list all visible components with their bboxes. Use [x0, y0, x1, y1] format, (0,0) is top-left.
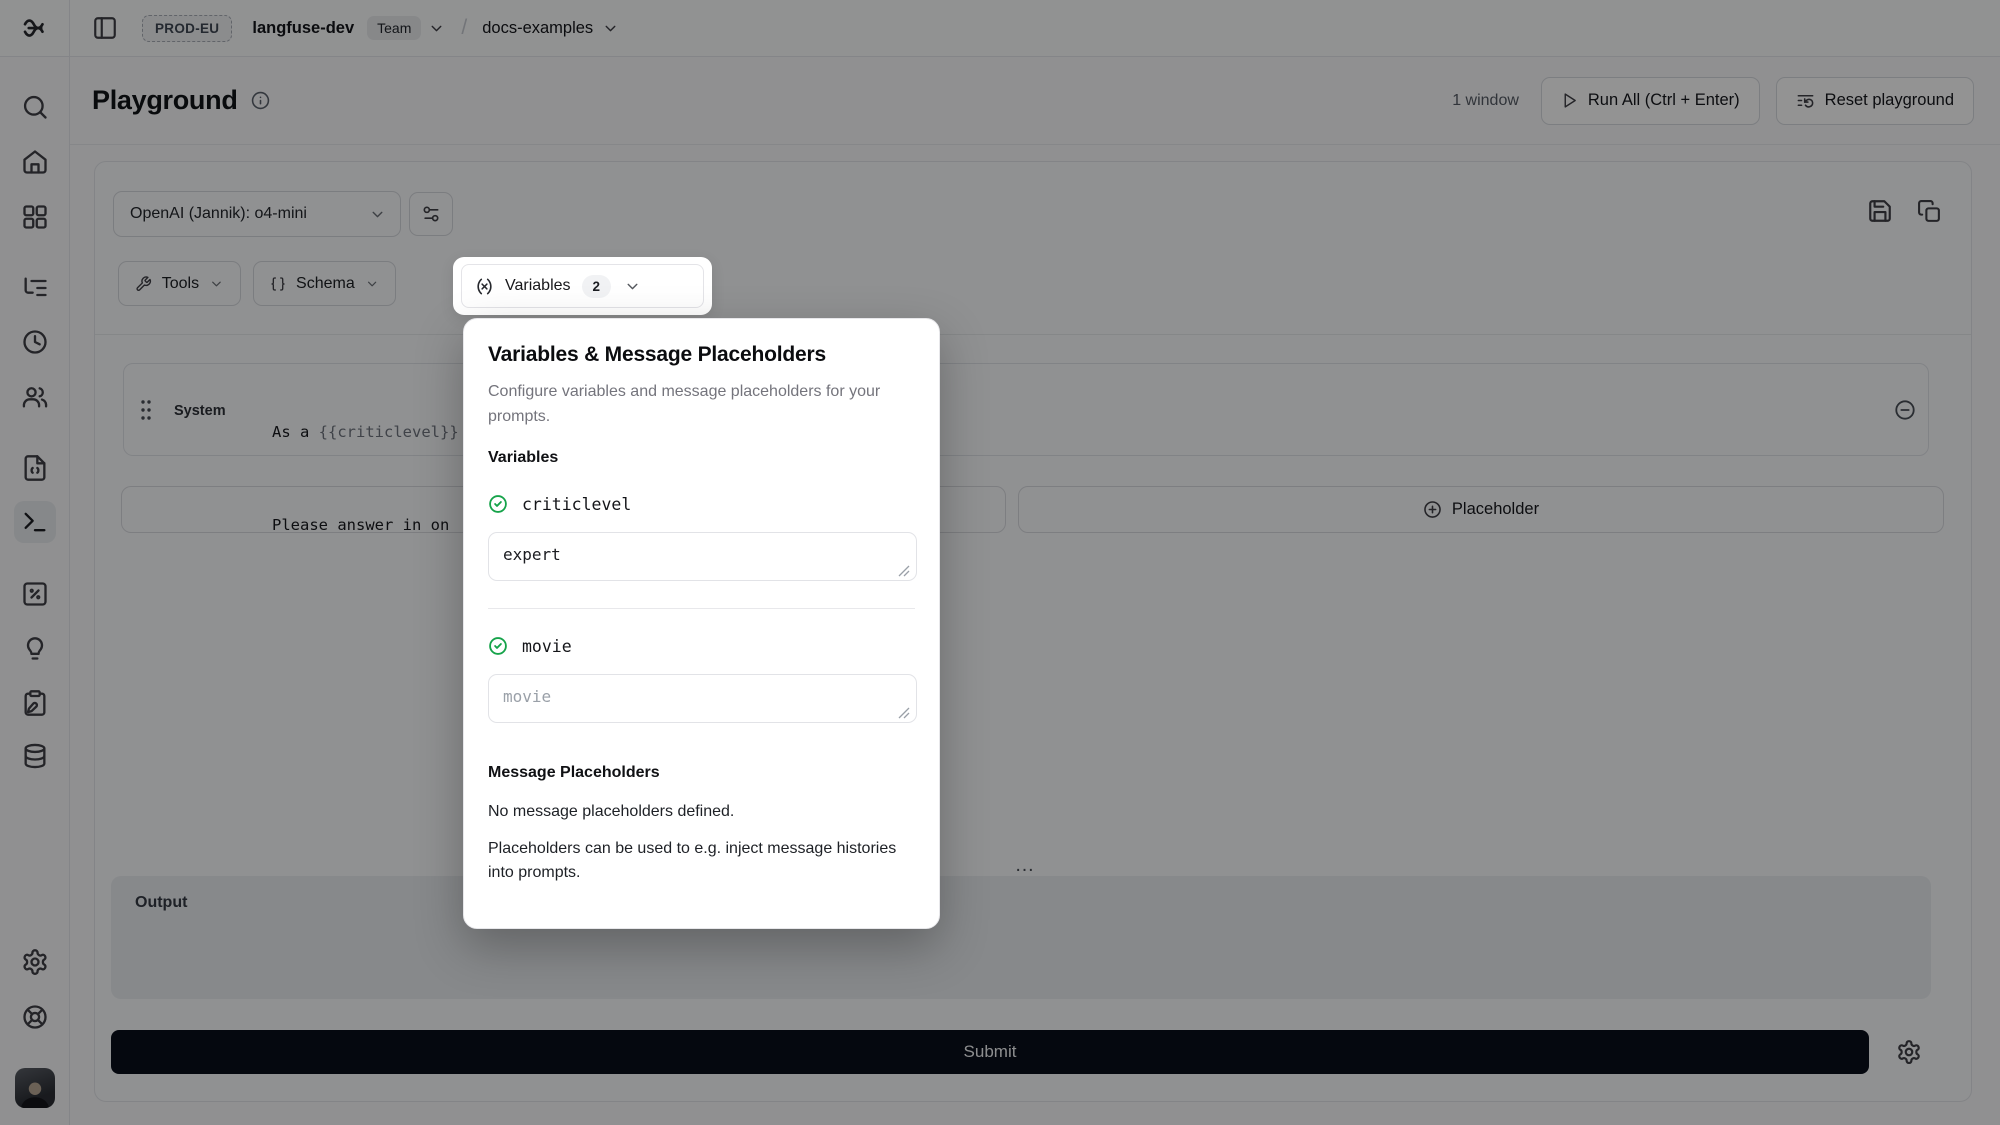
popover-subtitle: Configure variables and message placehol… [488, 379, 908, 429]
variable-name: movie [522, 637, 572, 656]
variables-heading: Variables [488, 449, 915, 467]
variable-row: criticlevel [488, 494, 915, 514]
variable-name: criticlevel [522, 495, 631, 514]
chevron-down-icon [624, 278, 641, 295]
variable-value-input-criticlevel[interactable]: expert [488, 532, 917, 581]
variables-popover: Variables & Message Placeholders Configu… [463, 318, 940, 929]
popover-divider [488, 608, 915, 609]
check-circle-icon [488, 494, 508, 514]
variables-dropdown[interactable]: Variables 2 [461, 264, 704, 308]
variable-icon [475, 277, 494, 296]
message-placeholders-heading: Message Placeholders [488, 764, 915, 782]
variables-count-badge: 2 [582, 275, 612, 298]
placeholders-empty-text: No message placeholders defined. [488, 800, 912, 824]
placeholders-help-text: Placeholders can be used to e.g. inject … [488, 837, 912, 885]
variables-anchor-card: Variables 2 [453, 257, 712, 315]
variable-value-input-movie[interactable] [488, 674, 917, 723]
modal-overlay[interactable] [0, 0, 2000, 1125]
check-circle-icon [488, 636, 508, 656]
popover-title: Variables & Message Placeholders [488, 343, 915, 367]
variable-row: movie [488, 636, 915, 656]
